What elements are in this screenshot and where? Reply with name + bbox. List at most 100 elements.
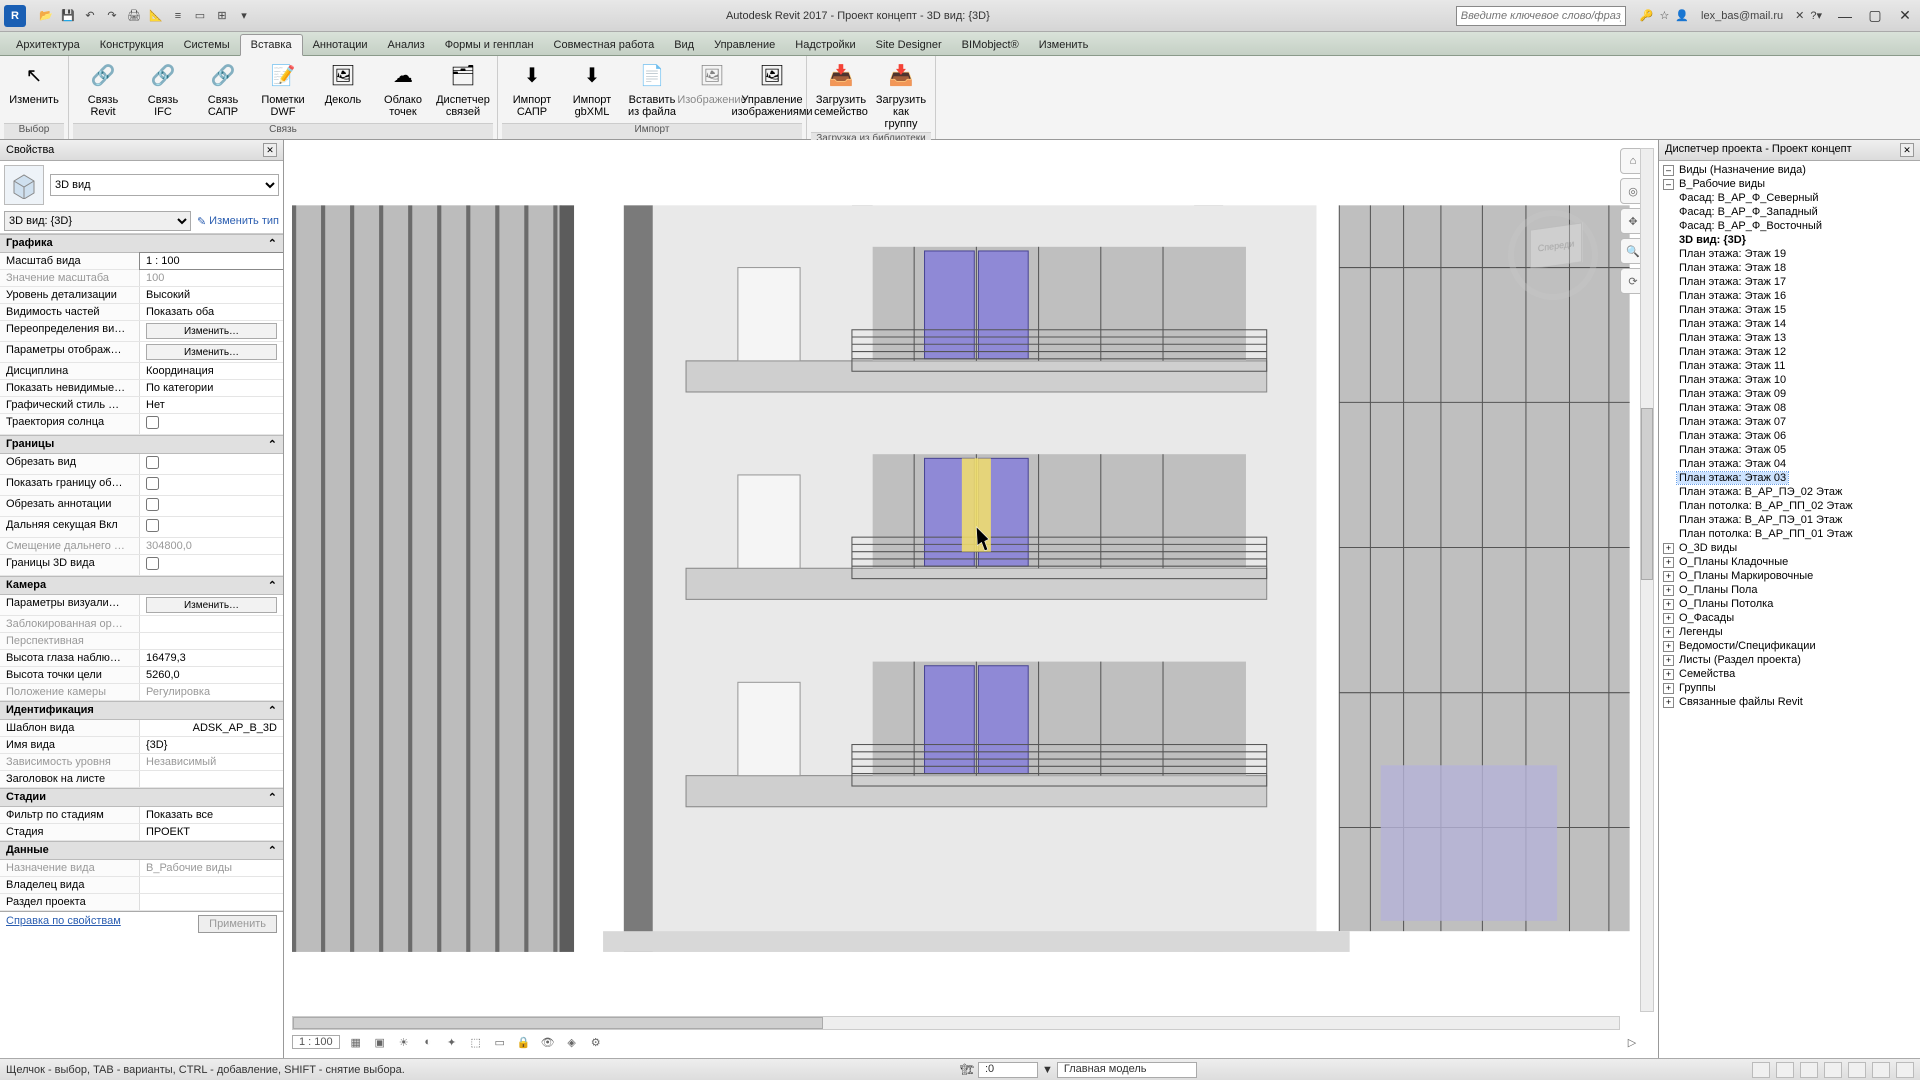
- prop-checkbox[interactable]: [146, 456, 159, 469]
- tree-node[interactable]: План этажа: Этаж 17: [1659, 275, 1920, 289]
- measure-icon[interactable]: 📐: [148, 8, 164, 24]
- prop-row[interactable]: Параметры отображ…Изменить…: [0, 342, 283, 363]
- align-icon[interactable]: ≡: [170, 8, 186, 24]
- lock-3d-icon[interactable]: 🔒: [516, 1034, 532, 1050]
- drag-elements-icon[interactable]: [1848, 1062, 1866, 1078]
- ribbon-tab-0[interactable]: Архитектура: [6, 35, 90, 55]
- tree-node[interactable]: +О_3D виды: [1659, 541, 1920, 555]
- prop-row[interactable]: Фильтр по стадиямПоказать все: [0, 807, 283, 824]
- prop-checkbox[interactable]: [146, 498, 159, 511]
- design-options-icon[interactable]: 🏗: [960, 1063, 974, 1076]
- scroll-right-icon[interactable]: ▷: [1624, 1034, 1640, 1050]
- ribbon-tab-8[interactable]: Вид: [664, 35, 704, 55]
- tree-node[interactable]: План этажа: Этаж 15: [1659, 303, 1920, 317]
- prop-row[interactable]: Переопределения ви…Изменить…: [0, 321, 283, 342]
- tree-node[interactable]: –В_Рабочие виды: [1659, 177, 1920, 191]
- tree-twisty-icon[interactable]: +: [1663, 669, 1674, 680]
- tree-twisty-icon[interactable]: +: [1663, 697, 1674, 708]
- view-scale[interactable]: 1 : 100: [292, 1035, 340, 1049]
- prop-row[interactable]: СтадияПРОЕКТ: [0, 824, 283, 841]
- prop-edit-button[interactable]: Изменить…: [146, 323, 277, 339]
- main-model-field[interactable]: Главная модель: [1057, 1062, 1197, 1078]
- prop-checkbox[interactable]: [146, 416, 159, 429]
- revit-logo[interactable]: R: [4, 5, 26, 27]
- switch-windows-icon[interactable]: ▾: [236, 8, 252, 24]
- prop-checkbox[interactable]: [146, 557, 159, 570]
- tree-node[interactable]: План потолка: В_АР_ПП_02 Этаж: [1659, 499, 1920, 513]
- prop-group-header[interactable]: Данные⌃: [0, 841, 283, 860]
- prop-row[interactable]: Зависимость уровняНезависимый: [0, 754, 283, 771]
- reveal-hidden-icon[interactable]: ◈: [564, 1034, 580, 1050]
- close-hidden-icon[interactable]: ⊞: [214, 8, 230, 24]
- vertical-scrollbar[interactable]: [1640, 148, 1654, 1012]
- tree-node[interactable]: План этажа: Этаж 11: [1659, 359, 1920, 373]
- select-face-icon[interactable]: [1824, 1062, 1842, 1078]
- prop-row[interactable]: Траектория солнца: [0, 414, 283, 435]
- prop-row[interactable]: Обрезать вид: [0, 454, 283, 475]
- ribbon-btn-1-3[interactable]: 📝ПометкиDWF: [253, 58, 313, 123]
- prop-group-header[interactable]: Границы⌃: [0, 435, 283, 454]
- rendering-icon[interactable]: ✦: [444, 1034, 460, 1050]
- horizontal-scrollbar[interactable]: [292, 1016, 1620, 1030]
- ribbon-tab-5[interactable]: Анализ: [378, 35, 435, 55]
- exchange-icon[interactable]: ✕: [1795, 9, 1804, 22]
- tree-node[interactable]: План этажа: Этаж 04: [1659, 457, 1920, 471]
- prop-checkbox[interactable]: [146, 519, 159, 532]
- ribbon-btn-1-1[interactable]: 🔗СвязьIFC: [133, 58, 193, 123]
- tree-node[interactable]: +Ведомости/Спецификации: [1659, 639, 1920, 653]
- viewcube[interactable]: Спереди: [1498, 200, 1608, 310]
- type-selector[interactable]: 3D вид: [50, 174, 279, 196]
- background-processes-icon[interactable]: [1896, 1062, 1914, 1078]
- tree-node[interactable]: +Легенды: [1659, 625, 1920, 639]
- redo-icon[interactable]: ↷: [104, 8, 120, 24]
- view-canvas[interactable]: Спереди ⌂ ◎ ✥ 🔍 ⟳ 1 : 100 ▦ ▣ ☀ ◐ ✦ ⬚ ▭ …: [284, 140, 1658, 1058]
- prop-checkbox[interactable]: [146, 477, 159, 490]
- print-icon[interactable]: 🖨: [126, 8, 142, 24]
- tree-node[interactable]: +О_Планы Пола: [1659, 583, 1920, 597]
- prop-row[interactable]: Высота точки цели5260,0: [0, 667, 283, 684]
- detail-level-icon[interactable]: ▦: [348, 1034, 364, 1050]
- prop-row[interactable]: Обрезать аннотации: [0, 496, 283, 517]
- tree-node[interactable]: +Семейства: [1659, 667, 1920, 681]
- tree-node[interactable]: План этажа: Этаж 18: [1659, 261, 1920, 275]
- ribbon-btn-2-1[interactable]: ⬇ИмпортgbXML: [562, 58, 622, 123]
- prop-row[interactable]: ДисциплинаКоординация: [0, 363, 283, 380]
- ribbon-tab-9[interactable]: Управление: [704, 35, 785, 55]
- tree-node[interactable]: План этажа: Этаж 16: [1659, 289, 1920, 303]
- tree-twisty-icon[interactable]: +: [1663, 585, 1674, 596]
- prop-row[interactable]: Имя вида{3D}: [0, 737, 283, 754]
- tree-node[interactable]: Фасад: В_АР_Ф_Восточный: [1659, 219, 1920, 233]
- prop-edit-button[interactable]: Изменить…: [146, 344, 277, 360]
- prop-row[interactable]: Шаблон видаADSK_АР_В_3D: [0, 720, 283, 737]
- close-button[interactable]: ✕: [1890, 2, 1920, 30]
- sun-path-icon[interactable]: ☀: [396, 1034, 412, 1050]
- tree-node[interactable]: План этажа: Этаж 10: [1659, 373, 1920, 387]
- minimize-button[interactable]: —: [1830, 2, 1860, 30]
- prop-row[interactable]: Дальняя секущая Вкл: [0, 517, 283, 538]
- tree-node[interactable]: +О_Планы Кладочные: [1659, 555, 1920, 569]
- ribbon-tab-2[interactable]: Системы: [174, 35, 240, 55]
- ribbon-tab-11[interactable]: Site Designer: [866, 35, 952, 55]
- prop-row[interactable]: Показать невидимые…По категории: [0, 380, 283, 397]
- prop-group-header[interactable]: Стадии⌃: [0, 788, 283, 807]
- tree-twisty-icon[interactable]: –: [1663, 179, 1674, 190]
- filter-icon[interactable]: ▼: [1042, 1064, 1053, 1076]
- tree-node[interactable]: План этажа: Этаж 08: [1659, 401, 1920, 415]
- ribbon-tab-4[interactable]: Аннотации: [303, 35, 378, 55]
- tree-twisty-icon[interactable]: +: [1663, 683, 1674, 694]
- ribbon-btn-2-0[interactable]: ⬇ИмпортСАПР: [502, 58, 562, 123]
- tree-node[interactable]: План этажа: В_АР_ПЭ_01 Этаж: [1659, 513, 1920, 527]
- tree-node[interactable]: План этажа: Этаж 07: [1659, 415, 1920, 429]
- tree-twisty-icon[interactable]: +: [1663, 599, 1674, 610]
- properties-close-icon[interactable]: ✕: [263, 143, 277, 157]
- star-icon[interactable]: ☆: [1659, 9, 1669, 22]
- tree-node[interactable]: +Связанные файлы Revit: [1659, 695, 1920, 709]
- prop-row[interactable]: Владелец вида: [0, 877, 283, 894]
- help-icon[interactable]: ?▾: [1810, 9, 1822, 22]
- prop-group-header[interactable]: Камера⌃: [0, 576, 283, 595]
- subscription-icon[interactable]: 🔑: [1640, 9, 1654, 22]
- tree-twisty-icon[interactable]: +: [1663, 543, 1674, 554]
- prop-row[interactable]: Раздел проекта: [0, 894, 283, 911]
- shadows-icon[interactable]: ◐: [420, 1034, 436, 1050]
- tree-node[interactable]: План этажа: Этаж 09: [1659, 387, 1920, 401]
